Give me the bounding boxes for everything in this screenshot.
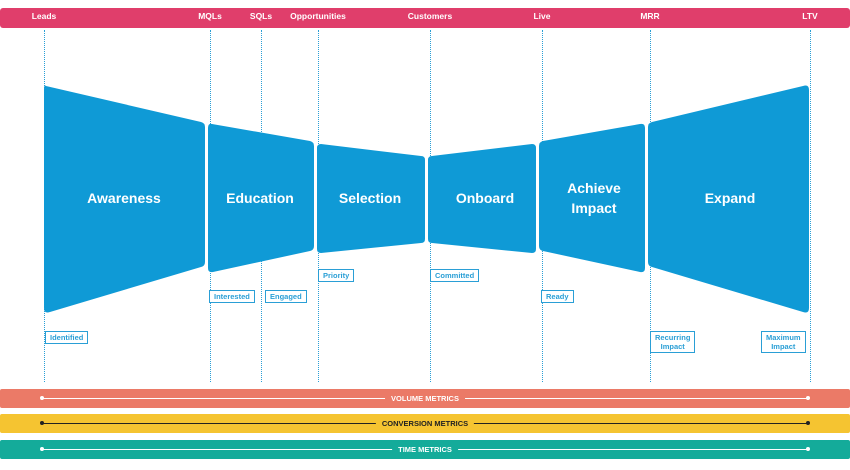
tag-engaged: Engaged	[265, 290, 307, 303]
segment-label-expand: Expand	[704, 190, 756, 206]
time-metrics-bar: TIME METRICS	[0, 440, 850, 459]
volume-metrics-start-dot	[40, 396, 44, 400]
tag-maximum-impact: Maximum Impact	[761, 331, 806, 353]
tag-recurring-impact: Recurring Impact	[650, 331, 696, 353]
segment-label-education: Education	[226, 190, 294, 206]
tag-interested: Interested	[209, 290, 255, 303]
tag-ready: Ready	[541, 290, 574, 303]
conversion-metrics-bar: CONVERSION METRICS	[0, 414, 850, 433]
tag-identified: Identified	[45, 331, 89, 344]
conversion-metrics-label: CONVERSION METRICS	[375, 418, 475, 429]
volume-metrics-label: VOLUME METRICS	[385, 393, 465, 404]
time-metrics-start-dot	[40, 447, 44, 451]
tag-committed: Committed	[430, 269, 480, 282]
segment-label-achieve-impact: Achieve Impact	[567, 180, 621, 216]
segment-label-awareness: Awareness	[87, 190, 161, 206]
tag-priority: Priority	[318, 269, 355, 282]
time-metrics-label: TIME METRICS	[392, 444, 458, 455]
volume-metrics-end-dot	[806, 396, 810, 400]
segment-label-onboard: Onboard	[455, 190, 515, 206]
conversion-metrics-end-dot	[806, 421, 810, 425]
volume-metrics-bar: VOLUME METRICS	[0, 389, 850, 408]
conversion-metrics-start-dot	[40, 421, 44, 425]
time-metrics-end-dot	[806, 447, 810, 451]
segment-label-selection: Selection	[338, 190, 402, 206]
